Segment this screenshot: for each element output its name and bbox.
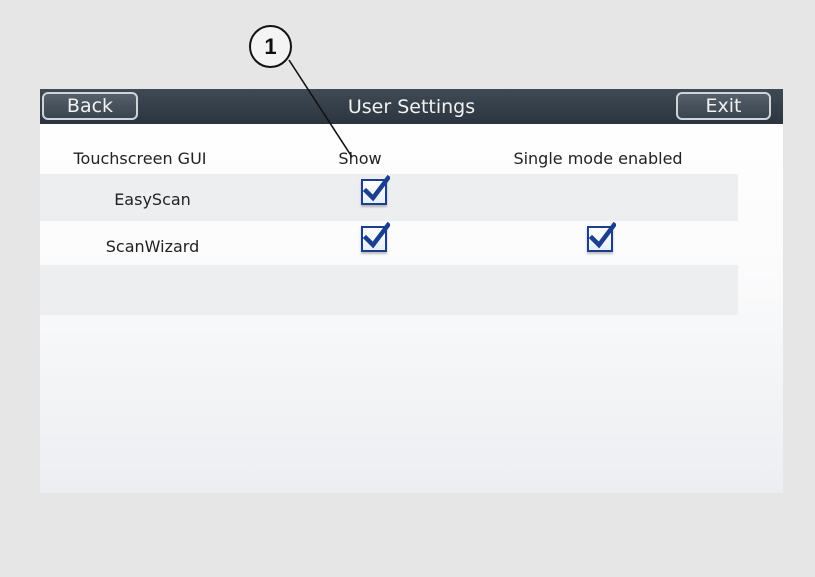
callout-number: 1 [264, 33, 277, 59]
user-settings-screen: User Settings Back Exit Touchscreen GUI … [40, 89, 783, 493]
table-header: Touchscreen GUI Show Single mode enabled [40, 149, 783, 175]
table-row-scanwizard: ScanWizard [40, 222, 738, 269]
checkmark-icon [362, 222, 390, 249]
table-row-easyscan: EasyScan [40, 175, 738, 222]
checkmark-icon [362, 175, 390, 202]
header-single-mode: Single mode enabled [513, 149, 683, 168]
row-band [40, 265, 738, 315]
scanwizard-show-checkbox[interactable] [361, 222, 390, 252]
page-title: User Settings [347, 96, 476, 118]
checkmark-icon [588, 222, 616, 249]
header-touchscreen-gui: Touchscreen GUI [73, 149, 207, 168]
title-bar: User Settings Back Exit [40, 89, 783, 124]
header-show: Show [338, 149, 382, 168]
back-button[interactable]: Back [42, 92, 138, 120]
row-label: EasyScan [114, 190, 191, 209]
callout-marker: 1 [249, 25, 292, 68]
easyscan-show-checkbox[interactable] [361, 175, 390, 205]
scanwizard-single-mode-checkbox[interactable] [587, 222, 616, 252]
row-label: ScanWizard [105, 237, 200, 256]
exit-button[interactable]: Exit [676, 92, 771, 120]
